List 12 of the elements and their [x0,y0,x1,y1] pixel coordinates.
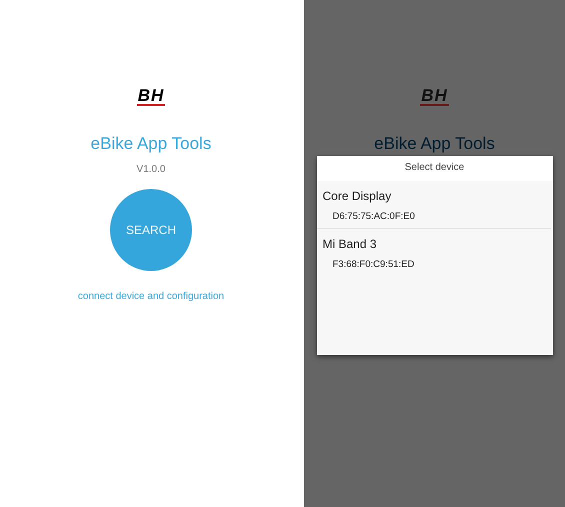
device-address: F3:68:F0:C9:51:ED [332,259,416,270]
app-title: eBike App Tools [374,134,495,154]
brand-logo: BH [136,88,166,106]
device-address: D6:75:75:AC:0F:E0 [332,211,416,222]
version-label: V1.0.0 [136,164,166,175]
dialog-title: Select device [316,156,552,181]
device-item[interactable]: Mi Band 3 F3:68:F0:C9:51:ED [316,229,550,276]
device-item[interactable]: Core Display D6:75:75:AC:0F:E0 [316,181,550,229]
app-title: eBike App Tools [90,134,212,154]
brand-logo: BH [420,88,449,106]
device-name: Core Display [322,189,392,203]
device-name: Mi Band 3 [322,237,378,251]
